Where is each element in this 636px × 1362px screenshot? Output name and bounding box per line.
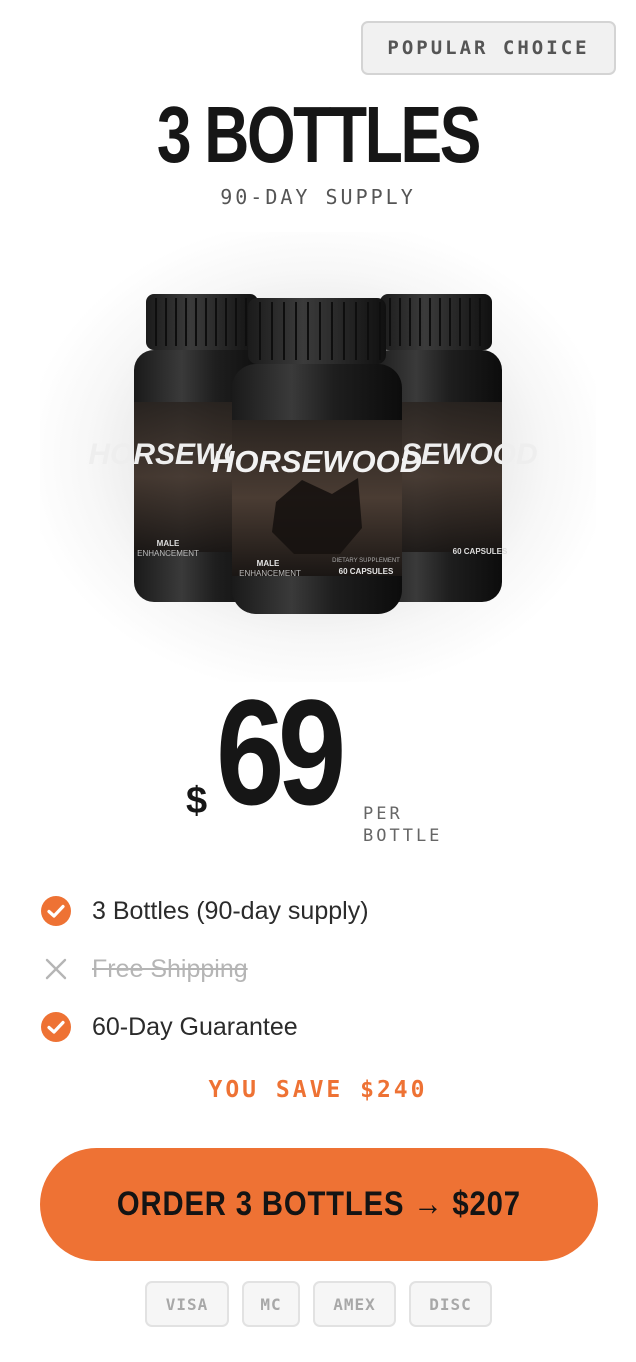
svg-text:HORSEWOOD: HORSEWOOD <box>212 444 422 479</box>
feature-label: Free Shipping <box>92 954 248 983</box>
payment-methods: VISA MC AMEX DISC <box>145 1281 492 1327</box>
feature-label: 3 Bottles (90-day supply) <box>92 896 369 925</box>
svg-text:ENHANCEMENT: ENHANCEMENT <box>137 549 199 558</box>
payment-disc-badge: DISC <box>409 1281 492 1327</box>
feature-list: 3 Bottles (90-day supply) Free Shipping … <box>40 882 596 1056</box>
feature-item: 60-Day Guarantee <box>40 998 596 1056</box>
feature-label: 60-Day Guarantee <box>92 1012 298 1041</box>
check-circle-icon <box>40 895 72 927</box>
package-title: 3 BOTTLES <box>156 90 482 179</box>
price-unit-line-2: BOTTLE <box>363 826 443 846</box>
price-amount: 69 <box>216 668 346 836</box>
feature-item: 3 Bottles (90-day supply) <box>40 882 596 940</box>
feature-item-excluded: Free Shipping <box>40 940 596 998</box>
payment-mc-badge: MC <box>242 1281 300 1327</box>
package-subtitle: 90-DAY SUPPLY <box>220 185 416 209</box>
product-bottles-image: HORSEWOOD 60 CAPSULES HORSEWOOD MALE ENH… <box>88 294 538 614</box>
check-circle-icon <box>40 1011 72 1043</box>
svg-text:DIETARY SUPPLEMENT: DIETARY SUPPLEMENT <box>332 558 400 564</box>
price-unit-line-1: PER <box>363 804 403 824</box>
pricing-card: POPULAR CHOICE 3 BOTTLES 90-DAY SUPPLY H… <box>0 0 636 1362</box>
x-icon <box>40 953 72 985</box>
svg-text:MALE: MALE <box>157 539 180 548</box>
payment-visa-badge: VISA <box>145 1281 229 1327</box>
price-currency: $ <box>186 780 208 822</box>
price-unit: PER BOTTLE <box>363 803 442 847</box>
order-button-label: ORDER 3 BOTTLES → $207 <box>116 1185 522 1223</box>
svg-text:MALE: MALE <box>257 559 280 568</box>
payment-amex-badge: AMEX <box>313 1281 396 1327</box>
savings-text: YOU SAVE $240 <box>208 1077 428 1103</box>
svg-text:60 CAPSULES: 60 CAPSULES <box>453 547 508 556</box>
order-button[interactable]: ORDER 3 BOTTLES → $207 <box>40 1148 598 1261</box>
svg-text:60 CAPSULES: 60 CAPSULES <box>339 567 394 576</box>
product-image: HORSEWOOD 60 CAPSULES HORSEWOOD MALE ENH… <box>40 232 596 682</box>
popular-choice-badge: POPULAR CHOICE <box>361 21 616 75</box>
svg-text:ENHANCEMENT: ENHANCEMENT <box>239 569 301 578</box>
